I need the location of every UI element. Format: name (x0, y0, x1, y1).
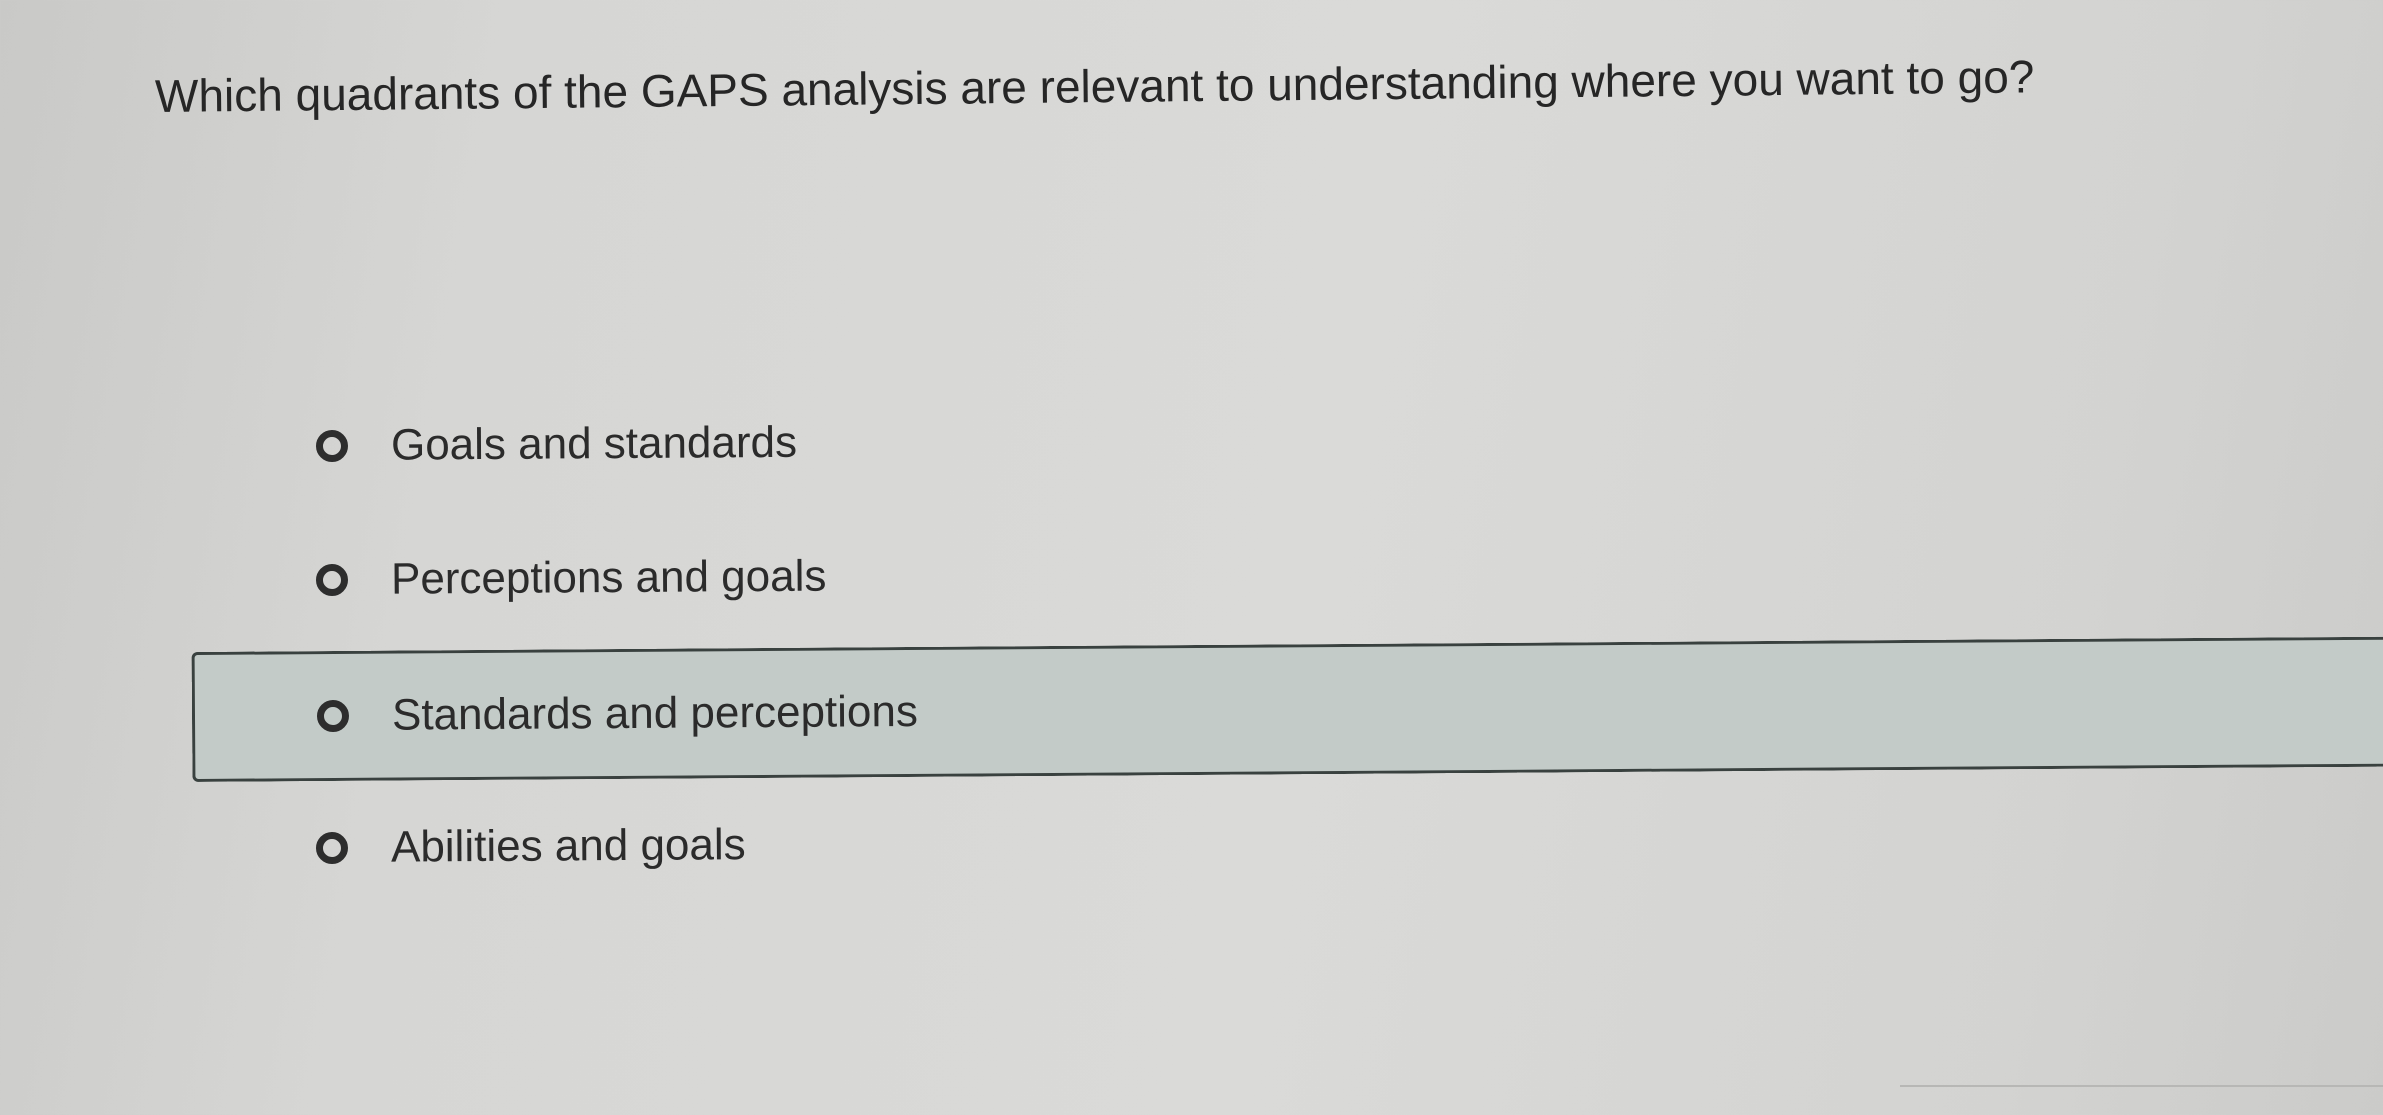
radio-button[interactable] (315, 831, 349, 865)
radio-button[interactable] (316, 699, 350, 733)
option-label: Abilities and goals (390, 820, 746, 872)
radio-button[interactable] (315, 429, 349, 463)
option-label: Goals and standards (390, 417, 798, 470)
option-goals-and-standards[interactable]: Goals and standards (190, 371, 2383, 508)
option-perceptions-and-goals[interactable]: Perceptions and goals (190, 505, 2383, 642)
option-abilities-and-goals[interactable]: Abilities and goals (190, 773, 2383, 910)
option-label: Standards and perceptions (391, 686, 919, 740)
answer-options: Goals and standards Perceptions and goal… (0, 0, 2383, 1115)
divider-line (1900, 1085, 2383, 1087)
option-label: Perceptions and goals (390, 551, 827, 604)
radio-button[interactable] (315, 563, 349, 597)
option-standards-and-perceptions[interactable]: Standards and perceptions (191, 636, 2383, 782)
